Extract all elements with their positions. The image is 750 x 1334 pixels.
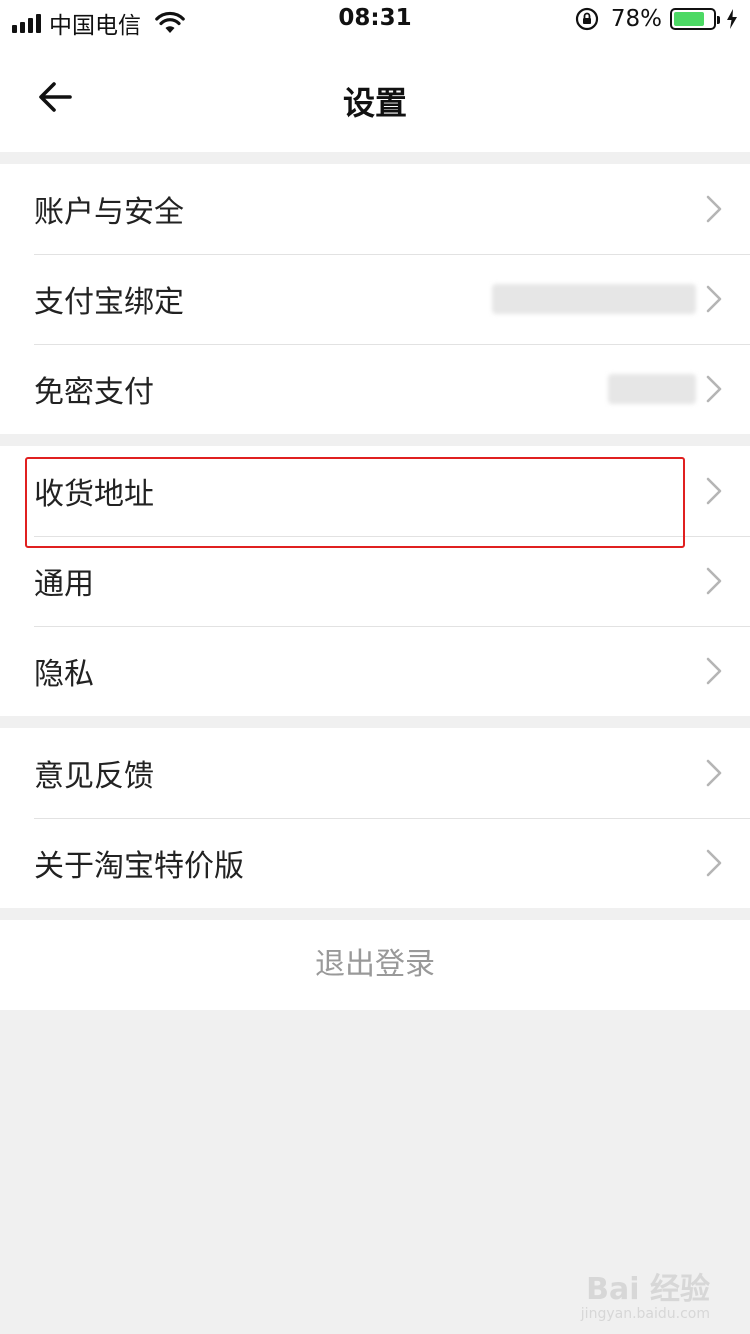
blurred-value: [608, 374, 696, 404]
status-bar: 中国电信 08:31 78%: [0, 0, 750, 40]
chevron-right-icon: [706, 285, 722, 313]
battery-level: [674, 12, 704, 26]
settings-item-feedback[interactable]: 意见反馈: [0, 728, 750, 818]
settings-item-label: 意见反馈: [34, 759, 154, 794]
watermark-logo: Bai 经验: [586, 1272, 710, 1307]
settings-item-label: 通用: [34, 567, 94, 602]
watermark: Bai 经验 jingyan.baidu.com: [581, 1264, 710, 1322]
settings-group-general: 收货地址 通用 隐私: [0, 446, 750, 716]
battery-percent: 78%: [610, 6, 662, 32]
settings-item-alipay-binding[interactable]: 支付宝绑定: [0, 254, 750, 344]
chevron-right-icon: [706, 657, 722, 685]
chevron-right-icon: [706, 849, 722, 877]
rotation-lock-icon: [575, 7, 598, 31]
nav-bar: 设置: [0, 40, 750, 152]
settings-item-account-security[interactable]: 账户与安全: [0, 164, 750, 254]
blurred-value: [492, 284, 696, 314]
settings-item-general[interactable]: 通用: [0, 536, 750, 626]
battery-icon: [670, 8, 720, 30]
settings-item-label: 收货地址: [34, 477, 154, 512]
settings-item-label: 支付宝绑定: [34, 285, 184, 320]
settings-item-shipping-address[interactable]: 收货地址: [0, 446, 750, 536]
chevron-right-icon: [706, 759, 722, 787]
chevron-right-icon: [706, 195, 722, 223]
settings-item-password-free-payment[interactable]: 免密支付: [0, 344, 750, 434]
chevron-right-icon: [706, 375, 722, 403]
logout-button[interactable]: 退出登录: [0, 920, 750, 1010]
chevron-right-icon: [706, 477, 722, 505]
settings-item-privacy[interactable]: 隐私: [0, 626, 750, 716]
charging-icon: [727, 9, 737, 29]
settings-item-label: 关于淘宝特价版: [34, 849, 244, 884]
page-title: 设置: [342, 84, 407, 122]
settings-group-about: 意见反馈 关于淘宝特价版: [0, 728, 750, 908]
watermark-url: jingyan.baidu.com: [580, 1306, 710, 1322]
settings-item-label: 账户与安全: [34, 195, 184, 230]
chevron-right-icon: [706, 567, 722, 595]
status-right: 78%: [575, 6, 738, 32]
settings-item-label: 隐私: [34, 657, 94, 692]
settings-item-about[interactable]: 关于淘宝特价版: [0, 818, 750, 908]
settings-group-account: 账户与安全 支付宝绑定 免密支付: [0, 164, 750, 434]
settings-item-label: 免密支付: [34, 375, 154, 410]
